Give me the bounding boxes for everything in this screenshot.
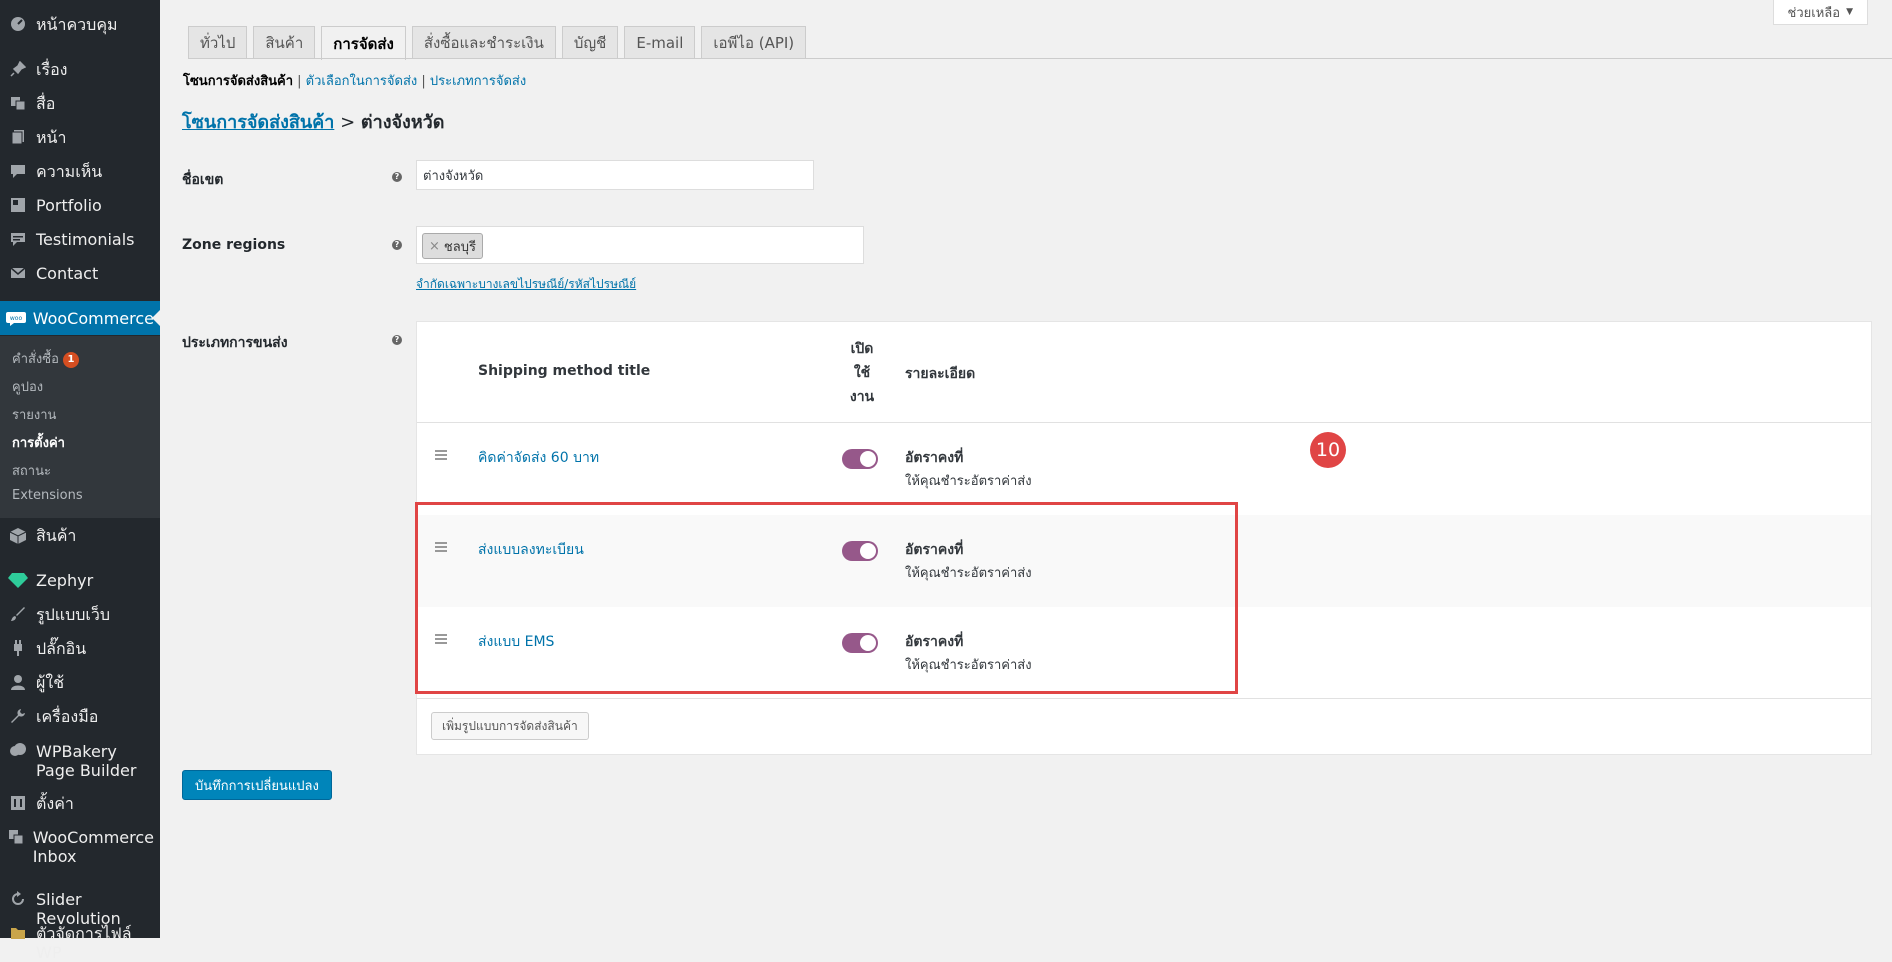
tab-email[interactable]: E-mail [624, 26, 696, 59]
submenu-orders[interactable]: คำสั่งซื้อ 1 [12, 348, 79, 369]
limit-postcodes-link[interactable]: จำกัดเฉพาะบางเลขไปรษณีย์/รหัสไปรษณีย์ [416, 275, 636, 294]
sidebar-item-wpbakery[interactable]: WPBakery Page Builder [0, 742, 160, 780]
sidebar-item-plugins[interactable]: ปลั๊กอิน [0, 639, 160, 658]
woocommerce-submenu: คำสั่งซื้อ 1 คูปอง รายงาน การตั้งค่า สถาน… [0, 336, 160, 518]
column-title-header: Shipping method title [478, 363, 651, 379]
pin-icon [0, 60, 36, 77]
sidebar-item-file-manager[interactable]: ตัวจัดการไฟล์ WP [0, 924, 160, 962]
submenu-extensions[interactable]: Extensions [12, 488, 83, 503]
dashboard-icon [0, 15, 36, 32]
svg-text:woo: woo [10, 315, 23, 322]
orders-count-badge: 1 [62, 352, 79, 368]
zone-regions-select[interactable]: × ชลบุรี [416, 226, 864, 264]
submenu-settings[interactable]: การตั้งค่า [12, 432, 65, 453]
help-tab[interactable]: ช่วยเหลือ ▼ [1772, 0, 1868, 25]
zone-name-input[interactable] [416, 160, 814, 190]
table-footer: เพิ่มรูปแบบการจัดส่งสินค้า [417, 698, 1871, 757]
method-type: อัตราคงที่ [905, 450, 964, 466]
refresh-icon [0, 890, 36, 907]
wrench-icon [0, 707, 36, 724]
save-changes-button[interactable]: บันทึกการเปลี่ยนแปลง [182, 770, 332, 800]
tab-divider [188, 58, 1892, 59]
cloud-icon [0, 742, 36, 757]
zone-name-label: ชื่อเขต [182, 172, 224, 188]
inbox-icon [0, 828, 33, 845]
method-description: ให้คุณชำระอัตราค่าส่ง [905, 474, 1032, 489]
page-icon [0, 128, 36, 145]
folder-icon [0, 924, 36, 941]
sidebar-item-slider-revolution[interactable]: Slider Revolution [0, 890, 160, 928]
tab-shipping[interactable]: การจัดส่ง [321, 26, 406, 60]
sidebar-item-posts[interactable]: เรื่อง [0, 60, 160, 79]
sidebar-item-users[interactable]: ผู้ใช้ [0, 673, 160, 692]
tab-products[interactable]: สินค้า [253, 26, 316, 59]
drag-handle-icon[interactable] [435, 450, 447, 462]
diamond-icon [0, 571, 36, 588]
tab-api[interactable]: เอพีไอ (API) [701, 26, 807, 59]
brush-icon [0, 605, 36, 622]
submenu-reports[interactable]: รายงาน [12, 404, 56, 425]
subsection-shipping-zones[interactable]: โซนการจัดส่งสินค้า [183, 74, 293, 89]
woo-icon: woo [0, 311, 33, 326]
zone-regions-label: Zone regions [182, 237, 286, 253]
sidebar-item-woocommerce[interactable]: woo WooCommerce [0, 301, 160, 335]
settings-icon [0, 794, 36, 811]
help-question-icon[interactable]: ? [392, 172, 402, 182]
sidebar-item-dashboard[interactable]: หน้าควบคุม [0, 15, 160, 34]
sidebar-item-settings[interactable]: ตั้งค่า [0, 794, 160, 813]
table-header: Shipping method title เปิด ใช้ งาน รายละ… [417, 322, 1871, 423]
sidebar-item-appearance[interactable]: รูปแบบเว็บ [0, 605, 160, 624]
caret-down-icon: ▼ [1846, 7, 1853, 17]
box-icon [0, 526, 36, 545]
sidebar-item-contact[interactable]: Contact [0, 264, 160, 283]
plugin-icon [0, 639, 36, 656]
sidebar-item-products[interactable]: สินค้า [0, 526, 160, 545]
breadcrumb-separator: > [340, 112, 356, 133]
tab-general[interactable]: ทั่วไป [188, 26, 248, 59]
subsection-shipping-options[interactable]: ตัวเลือกในการจัดส่ง [306, 74, 418, 89]
shipping-method-title-link[interactable]: คิดค่าจัดส่ง 60 บาท [478, 447, 599, 469]
highlight-annotation [415, 502, 1238, 694]
user-icon [0, 673, 36, 690]
help-question-icon[interactable]: ? [392, 240, 402, 250]
page-title: โซนการจัดส่งสินค้า > ต่างจังหวัด [182, 107, 444, 136]
media-icon [0, 94, 36, 111]
sidebar-item-comments[interactable]: ความเห็น [0, 162, 160, 181]
tab-accounts[interactable]: บัญชี [561, 26, 619, 59]
sidebar-item-tools[interactable]: เครื่องมือ [0, 707, 160, 726]
submenu-coupons[interactable]: คูปอง [12, 376, 43, 397]
breadcrumb-current: ต่างจังหวัด [360, 112, 445, 133]
submenu-status[interactable]: สถานะ [12, 460, 51, 481]
sidebar-item-media[interactable]: สื่อ [0, 94, 160, 113]
sidebar-item-zephyr[interactable]: Zephyr [0, 571, 160, 590]
shipping-methods-label: ประเภทการขนส่ง [182, 335, 288, 351]
enabled-toggle[interactable] [842, 449, 878, 469]
testimonial-icon [0, 230, 36, 247]
sidebar-item-testimonials[interactable]: Testimonials [0, 230, 160, 249]
admin-sidebar: หน้าควบคุม เรื่อง สื่อ หน้า ความเห็น Por… [0, 0, 160, 962]
tab-payments[interactable]: สั่งซื้อและชำระเงิน [411, 26, 556, 59]
step-number-badge: 10 [1310, 432, 1346, 468]
subsection-shipping-classes[interactable]: ประเภทการจัดส่ง [430, 74, 526, 89]
help-question-icon[interactable]: ? [392, 335, 402, 345]
sidebar-item-portfolio[interactable]: Portfolio [0, 196, 160, 215]
remove-region-icon[interactable]: × [429, 239, 440, 254]
mail-icon [0, 264, 36, 281]
region-chip: × ชลบุรี [422, 233, 483, 259]
add-shipping-method-button[interactable]: เพิ่มรูปแบบการจัดส่งสินค้า [431, 712, 589, 740]
portfolio-icon [0, 196, 36, 213]
settings-tabs: ทั่วไป สินค้า การจัดส่ง สั่งซื้อและชำระเ… [188, 26, 807, 60]
column-enabled-header: เปิด ใช้ งาน [849, 341, 875, 405]
comment-icon [0, 162, 36, 179]
shipping-subsections: โซนการจัดส่งสินค้า | ตัวเลือกในการจัดส่ง… [183, 74, 527, 89]
sidebar-item-pages[interactable]: หน้า [0, 128, 160, 147]
breadcrumb-shipping-zones-link[interactable]: โซนการจัดส่งสินค้า [182, 112, 334, 133]
sidebar-item-woocommerce-inbox[interactable]: WooCommerce Inbox [0, 828, 160, 866]
column-description-header: รายละเอียด [905, 366, 976, 382]
